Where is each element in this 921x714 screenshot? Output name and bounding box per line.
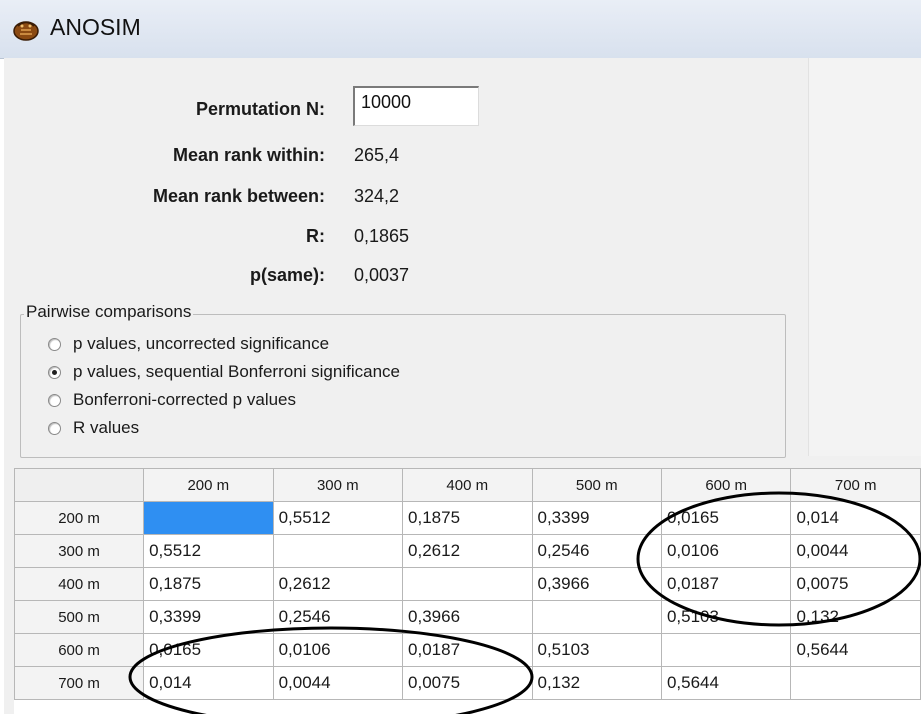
table-row: 300 m 0,5512 0,2612 0,2546 0,0106 0,0044 xyxy=(14,534,921,568)
table-cell[interactable]: 0,3399 xyxy=(531,501,662,535)
table-cell[interactable]: 0,014 xyxy=(790,501,921,535)
table-row: 400 m 0,1875 0,2612 0,3966 0,0187 0,0075 xyxy=(14,567,921,601)
table-row: 600 m 0,0165 0,0106 0,0187 0,5103 0,5644 xyxy=(14,633,921,667)
mean-rank-within-value: 265,4 xyxy=(354,145,400,165)
side-panel xyxy=(808,58,921,456)
row-header[interactable]: 200 m xyxy=(14,501,145,535)
mean-rank-within-label: Mean rank within: xyxy=(172,145,325,165)
pairwise-option-3[interactable]: Bonferroni-corrected p values xyxy=(48,390,296,410)
table-cell[interactable]: 0,0165 xyxy=(143,633,274,667)
p-same-label: p(same): xyxy=(249,265,325,285)
pairwise-option-4[interactable]: R values xyxy=(48,418,139,438)
table-cell[interactable]: 0,2612 xyxy=(272,567,404,601)
table-cell[interactable]: 0,0187 xyxy=(660,567,792,601)
table-cell[interactable]: 0,2546 xyxy=(531,534,662,568)
r-value: 0,1865 xyxy=(354,226,410,246)
table-cell[interactable]: 0,0044 xyxy=(790,534,921,568)
table-cell[interactable] xyxy=(790,666,921,700)
row-header[interactable]: 500 m xyxy=(14,600,145,634)
table-cell[interactable]: 0,1875 xyxy=(402,501,533,535)
permutation-input[interactable]: 10000 xyxy=(353,86,479,126)
table-cell[interactable]: 0,0187 xyxy=(402,633,533,667)
table-cell[interactable] xyxy=(272,534,404,568)
table-cell[interactable]: 0,0165 xyxy=(660,501,792,535)
title-bar: ANOSIM xyxy=(0,0,921,59)
table-cell[interactable]: 0,3966 xyxy=(402,600,533,634)
table-row: 200 m 0,5512 0,1875 0,3399 0,0165 0,014 xyxy=(14,501,921,535)
column-header[interactable]: 300 m xyxy=(272,468,404,502)
row-header[interactable]: 400 m xyxy=(14,567,145,601)
permutation-label: Permutation N: xyxy=(195,99,325,119)
radio-button[interactable] xyxy=(48,365,61,379)
mean-rank-between-value: 324,2 xyxy=(354,186,400,206)
table-cell[interactable]: 0,5644 xyxy=(660,666,792,700)
radio-button[interactable] xyxy=(48,337,61,351)
pairwise-option-1[interactable]: p values, uncorrected significance xyxy=(48,334,329,354)
table-cell[interactable]: 0,3966 xyxy=(531,567,662,601)
table-cell[interactable]: 0,2546 xyxy=(272,600,404,634)
table-cell[interactable]: 0,5103 xyxy=(660,600,792,634)
trilobite-icon xyxy=(13,21,39,41)
column-header[interactable]: 600 m xyxy=(660,468,792,502)
table-cell[interactable] xyxy=(402,567,533,601)
table-cell[interactable]: 0,0106 xyxy=(272,633,404,667)
p-same-value: 0,0037 xyxy=(354,265,410,285)
table-cell[interactable]: 0,0106 xyxy=(660,534,792,568)
grid-corner xyxy=(14,468,145,502)
table-cell[interactable]: 0,0075 xyxy=(790,567,921,601)
table-cell[interactable]: 0,132 xyxy=(531,666,662,700)
table-cell[interactable] xyxy=(660,633,792,667)
results-grid[interactable]: 200 m 300 m 400 m 500 m 600 m 700 m 200 m 0,55… xyxy=(14,468,921,714)
table-cell[interactable]: 0,1875 xyxy=(143,567,274,601)
mean-rank-between-label: Mean rank between: xyxy=(152,186,325,206)
column-header[interactable]: 400 m xyxy=(402,468,533,502)
window-title: ANOSIM xyxy=(50,14,141,40)
column-header[interactable]: 500 m xyxy=(531,468,662,502)
pairwise-option-2[interactable]: p values, sequential Bonferroni signific… xyxy=(48,362,400,382)
row-header[interactable]: 600 m xyxy=(14,633,145,667)
selected-cell[interactable] xyxy=(143,501,274,535)
radio-label: p values, uncorrected significance xyxy=(73,334,330,353)
table-cell[interactable]: 0,5103 xyxy=(531,633,662,667)
column-header[interactable]: 700 m xyxy=(790,468,921,502)
pairwise-legend: Pairwise comparisons xyxy=(24,302,194,322)
table-cell[interactable]: 0,5644 xyxy=(790,633,921,667)
row-header[interactable]: 300 m xyxy=(14,534,145,568)
table-cell[interactable] xyxy=(531,600,662,634)
table-cell[interactable]: 0,3399 xyxy=(143,600,274,634)
table-cell[interactable]: 0,5512 xyxy=(143,534,274,568)
radio-label: Bonferroni-corrected p values xyxy=(73,390,297,409)
r-label: R: xyxy=(306,226,325,246)
radio-button[interactable] xyxy=(48,393,61,407)
pairwise-table: 200 m 300 m 400 m 500 m 600 m 700 m 200 m 0,55… xyxy=(14,468,921,700)
table-cell[interactable]: 0,132 xyxy=(790,600,921,634)
table-cell[interactable]: 0,0044 xyxy=(272,666,404,700)
row-header[interactable]: 700 m xyxy=(14,666,145,700)
table-row: 700 m 0,014 0,0044 0,0075 0,132 0,5644 xyxy=(14,666,921,700)
radio-button[interactable] xyxy=(48,421,61,435)
table-cell[interactable]: 0,2612 xyxy=(402,534,533,568)
table-cell[interactable]: 0,014 xyxy=(143,666,274,700)
table-cell[interactable]: 0,0075 xyxy=(402,666,533,700)
radio-label: R values xyxy=(73,418,140,437)
table-row: 500 m 0,3399 0,2546 0,3966 0,5103 0,132 xyxy=(14,600,921,634)
radio-label: p values, sequential Bonferroni signific… xyxy=(73,362,400,381)
column-header[interactable]: 200 m xyxy=(143,468,274,502)
table-cell[interactable]: 0,5512 xyxy=(272,501,404,535)
